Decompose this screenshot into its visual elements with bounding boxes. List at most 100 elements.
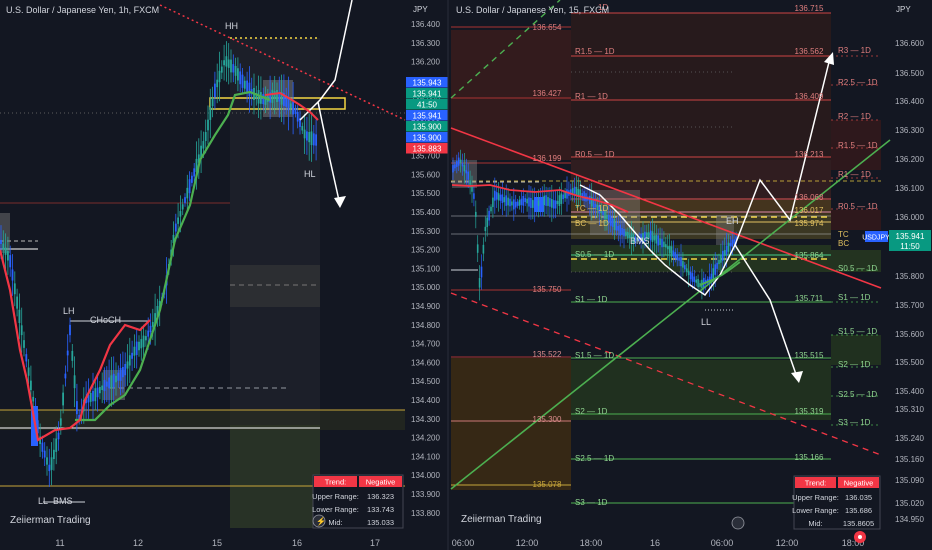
lp-candle bbox=[131, 352, 133, 359]
rp-candle bbox=[558, 195, 561, 207]
lp-y-tick: 134.300 bbox=[411, 415, 440, 424]
rp-candle bbox=[463, 165, 466, 172]
rp-y-tick: 135.400 bbox=[895, 387, 924, 396]
lp-candle bbox=[211, 97, 214, 107]
left-chart-panel[interactable]: HH HL LH CHoCH BMS LL U.S. Dollar / Japa… bbox=[0, 0, 449, 550]
rp-candle bbox=[670, 246, 673, 257]
rp-candle bbox=[623, 228, 625, 237]
lp-candle bbox=[262, 94, 265, 105]
lp-candle bbox=[177, 217, 179, 224]
lp-candle bbox=[151, 322, 154, 327]
rp-level-right: 135.166 bbox=[795, 453, 824, 462]
lp-candle bbox=[142, 335, 145, 348]
rp-candle bbox=[503, 197, 506, 203]
rp-candle bbox=[516, 201, 519, 206]
lp-candle bbox=[96, 387, 99, 398]
rp-y-tick: 136.600 bbox=[895, 39, 924, 48]
rp-candle bbox=[665, 244, 667, 248]
rp-level-name: S3 — 1D bbox=[575, 498, 608, 507]
rp-candle bbox=[661, 238, 663, 248]
lp-candle bbox=[276, 89, 278, 103]
lp-price-tag-text: 135.941 bbox=[413, 89, 442, 98]
lp-y-tick: 135.600 bbox=[411, 170, 440, 179]
lp-candle bbox=[188, 179, 191, 194]
rp-candle bbox=[566, 189, 568, 199]
rp-candle bbox=[621, 227, 623, 235]
rp-candle bbox=[475, 211, 477, 217]
rp-candle bbox=[507, 197, 509, 206]
lp-candle bbox=[9, 255, 12, 268]
rp-y-tick: 134.950 bbox=[895, 515, 924, 524]
rp-y-tick: 135.160 bbox=[895, 455, 924, 464]
lp-candle bbox=[174, 223, 177, 232]
rp-candle bbox=[666, 246, 669, 250]
rp-candle bbox=[494, 190, 496, 201]
rp-candle bbox=[473, 193, 475, 199]
rp-candle bbox=[471, 186, 473, 192]
rp-price-tag-text: 135.941 bbox=[896, 232, 925, 241]
lp-y-tick: 134.700 bbox=[411, 340, 440, 349]
lp-choch-label: CHoCH bbox=[90, 315, 121, 325]
rp-level-right: 135.974 bbox=[795, 219, 824, 228]
lp-candle bbox=[234, 65, 237, 76]
rp-eh-label: EH bbox=[726, 216, 739, 226]
rp-candle bbox=[514, 201, 517, 208]
rp-candle bbox=[678, 257, 680, 261]
lp-y-tick: 136.300 bbox=[411, 39, 440, 48]
rp-level-name-right: R1.5 — 1D bbox=[838, 141, 878, 150]
lp-bms-label: BMS bbox=[53, 496, 73, 506]
rp-candle bbox=[663, 241, 665, 247]
rp-y-tick: 135.800 bbox=[895, 272, 924, 281]
lp-y-tick: 134.100 bbox=[411, 452, 440, 461]
rp-level-name-right: S3 — 1D bbox=[838, 418, 871, 427]
rp-level-name: S2.5 — 1D bbox=[575, 454, 614, 463]
rp-watermark: Zeiierman Trading bbox=[461, 514, 542, 525]
lp-candle bbox=[145, 336, 147, 341]
lp-candle bbox=[30, 380, 32, 391]
rp-candle bbox=[625, 231, 627, 237]
rp-level-right: 136.068 bbox=[795, 193, 824, 202]
lp-y-tick: 133.900 bbox=[411, 490, 440, 499]
lp-candle bbox=[220, 66, 223, 73]
rp-candle bbox=[552, 200, 555, 209]
right-chart-panel[interactable]: 136.654 136.427 136.199 135.750 135.522 135.3… bbox=[450, 0, 931, 550]
rp-candle bbox=[560, 193, 563, 204]
lp-candle bbox=[303, 129, 306, 139]
lp-candle bbox=[124, 363, 127, 376]
rp-level-name: R1.5 — 1D bbox=[575, 47, 615, 56]
table-row-value: 135.686 bbox=[845, 506, 872, 515]
rp-level-name-right: S1 — 1D bbox=[838, 293, 871, 302]
rp-candle bbox=[524, 198, 526, 203]
rp-level-name-right: R1 — 1D bbox=[838, 170, 871, 179]
rp-level-left: 135.300 bbox=[533, 415, 562, 424]
lp-candle bbox=[135, 341, 138, 356]
lp-candle bbox=[315, 134, 317, 146]
lp-currency: JPY bbox=[413, 5, 428, 14]
lp-candle bbox=[133, 346, 136, 356]
lp-price-tag-text: 41:50 bbox=[417, 100, 438, 109]
lp-y-tick: 135.000 bbox=[411, 283, 440, 292]
rp-y-tick: 135.020 bbox=[895, 499, 924, 508]
rp-candle bbox=[482, 244, 485, 254]
trend-label: Trend: bbox=[325, 478, 346, 487]
rp-level-left: 135.078 bbox=[533, 480, 562, 489]
rp-candle bbox=[488, 210, 490, 221]
lp-y-tick: 135.500 bbox=[411, 189, 440, 198]
rp-candle bbox=[687, 270, 690, 276]
lp-candle bbox=[207, 119, 209, 131]
lp-candle bbox=[264, 94, 267, 105]
rp-candle bbox=[655, 234, 658, 244]
rp-candle bbox=[532, 199, 534, 208]
lp-candle bbox=[126, 361, 129, 369]
rp-y-tick: 136.100 bbox=[895, 184, 924, 193]
rp-currency: JPY bbox=[896, 5, 911, 14]
lp-candle bbox=[110, 375, 113, 389]
lp-candle bbox=[27, 367, 30, 376]
table-row-value: 135.033 bbox=[367, 518, 394, 527]
lp-candle bbox=[294, 108, 297, 114]
lp-candle bbox=[108, 377, 110, 389]
rp-ll-label: LL bbox=[701, 317, 711, 327]
rp-level-name-right: R2.5 — 1D bbox=[838, 78, 878, 87]
lp-candle bbox=[103, 379, 106, 392]
rp-candle bbox=[547, 197, 549, 206]
